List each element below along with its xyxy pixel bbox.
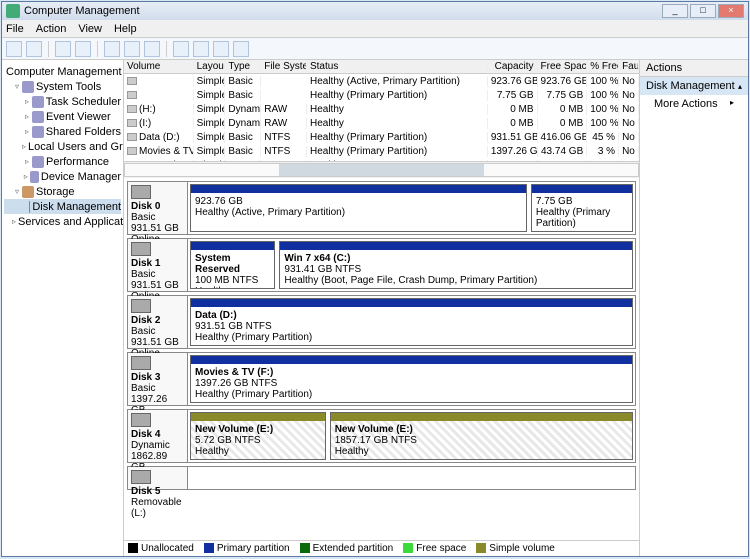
maximize-button[interactable]: □ (690, 4, 716, 18)
nav-system-tools[interactable]: ▿System Tools (4, 79, 121, 94)
menu-action[interactable]: Action (36, 23, 67, 35)
grid-hscroll[interactable] (124, 162, 639, 178)
col-status[interactable]: Status (307, 61, 488, 72)
menubar: File Action View Help (2, 20, 748, 38)
partition[interactable]: Movies & TV (F:)1397.26 GB NTFSHealthy (… (190, 355, 633, 403)
partition[interactable]: Win 7 x64 (C:)931.41 GB NTFSHealthy (Boo… (279, 241, 633, 289)
forward-button[interactable] (26, 41, 42, 57)
disk-row: Disk 2Basic931.51 GBOnlineData (D:)931.5… (127, 295, 636, 349)
disk-icon (131, 356, 151, 370)
nav-item[interactable]: ▹Shared Folders (4, 124, 121, 139)
nav-root[interactable]: Computer Management (Local (4, 64, 121, 79)
nav-item[interactable]: ▹Local Users and Groups (4, 139, 121, 154)
actions-disk-management[interactable]: Disk Management▴ (640, 77, 748, 95)
disk-row: Disk 1Basic931.51 GBOnlineSystem Reserve… (127, 238, 636, 292)
legend-extended: Extended partition (313, 543, 394, 554)
partition[interactable]: 923.76 GBHealthy (Active, Primary Partit… (190, 184, 527, 232)
toolbar-btn-12[interactable] (233, 41, 249, 57)
disk-row: Disk 4Dynamic1862.89 GBOnlineNew Volume … (127, 409, 636, 463)
disk-row: Disk 5Removable (L:) (127, 466, 636, 490)
actions-header: Actions (640, 60, 748, 77)
legend-unallocated: Unallocated (141, 543, 194, 554)
nav-disk-management[interactable]: Disk Management (4, 199, 121, 214)
window-title: Computer Management (24, 5, 140, 17)
menu-view[interactable]: View (78, 23, 102, 35)
disk-row: Disk 0Basic931.51 GBOnline923.76 GBHealt… (127, 181, 636, 235)
collapse-icon: ▴ (738, 82, 742, 91)
partition[interactable]: New Volume (E:)5.72 GB NTFSHealthy (190, 412, 326, 460)
col-filesystem[interactable]: File System (261, 61, 307, 72)
properties-button[interactable] (104, 41, 120, 57)
disk-header[interactable]: Disk 4Dynamic1862.89 GBOnline (128, 410, 188, 462)
disk-icon (131, 242, 151, 256)
grid-header-row: Volume Layout Type File System Status Ca… (124, 60, 639, 74)
menu-help[interactable]: Help (114, 23, 137, 35)
show-hide-button[interactable] (75, 41, 91, 57)
legend-primary: Primary partition (217, 543, 290, 554)
disk-graphic-panel: Disk 0Basic931.51 GBOnline923.76 GBHealt… (124, 178, 639, 540)
col-layout[interactable]: Layout (194, 61, 226, 72)
actions-pane: Actions Disk Management▴ More Actions▸ (640, 60, 748, 556)
nav-item[interactable]: ▹Performance (4, 154, 121, 169)
legend: Unallocated Primary partition Extended p… (124, 540, 639, 556)
disk-row: Disk 3Basic1397.26 GBOnlineMovies & TV (… (127, 352, 636, 406)
partition[interactable]: New Volume (E:)1857.17 GB NTFSHealthy (330, 412, 633, 460)
legend-simple: Simple volume (489, 543, 555, 554)
volume-row[interactable]: (H:)SimpleDynamicRAWHealthy0 MB0 MB100 %… (124, 102, 639, 116)
col-type[interactable]: Type (225, 61, 261, 72)
volume-row[interactable]: (I:)SimpleDynamicRAWHealthy0 MB0 MB100 %… (124, 116, 639, 130)
toolbar (2, 38, 748, 60)
up-button[interactable] (55, 41, 71, 57)
toolbar-btn-11[interactable] (213, 41, 229, 57)
submenu-icon: ▸ (730, 98, 734, 110)
partition[interactable]: 7.75 GBHealthy (Primary Partition) (531, 184, 633, 232)
menu-file[interactable]: File (6, 23, 24, 35)
disk-header[interactable]: Disk 2Basic931.51 GBOnline (128, 296, 188, 348)
disk-icon (131, 185, 151, 199)
nav-storage[interactable]: ▿Storage (4, 184, 121, 199)
disk-icon (131, 470, 151, 484)
nav-item[interactable]: ▹Task Scheduler (4, 94, 121, 109)
nav-tree: Computer Management (Local ▿System Tools… (2, 60, 124, 556)
help-button[interactable] (173, 41, 189, 57)
partition[interactable]: Data (D:)931.51 GB NTFSHealthy (Primary … (190, 298, 633, 346)
volume-row[interactable]: Data (D:)SimpleBasicNTFSHealthy (Primary… (124, 130, 639, 144)
volume-row[interactable]: Movies & TV (F:)SimpleBasicNTFSHealthy (… (124, 144, 639, 158)
back-button[interactable] (6, 41, 22, 57)
main-panel: Volume Layout Type File System Status Ca… (124, 60, 640, 556)
col-volume[interactable]: Volume (124, 61, 194, 72)
legend-freespace: Free space (416, 543, 466, 554)
disk-header[interactable]: Disk 5Removable (L:) (128, 467, 188, 489)
app-icon (6, 4, 20, 18)
actions-more[interactable]: More Actions▸ (640, 95, 748, 113)
volume-row[interactable]: SimpleBasicHealthy (Primary Partition)7.… (124, 88, 639, 102)
app-window: Computer Management _ □ × File Action Vi… (1, 1, 749, 557)
refresh-button[interactable] (144, 41, 160, 57)
partition[interactable]: System Reserved100 MB NTFSHealthy (Syste… (190, 241, 275, 289)
col-freespace[interactable]: Free Space (538, 61, 588, 72)
col-pctfree[interactable]: % Free (587, 61, 619, 72)
col-capacity[interactable]: Capacity (488, 61, 538, 72)
nav-services[interactable]: ▹Services and Applications (4, 214, 121, 229)
volume-row[interactable]: SimpleBasicHealthy (Active, Primary Part… (124, 74, 639, 88)
nav-item[interactable]: ▹Device Manager (4, 169, 121, 184)
volume-grid: Volume Layout Type File System Status Ca… (124, 60, 639, 162)
titlebar[interactable]: Computer Management _ □ × (2, 2, 748, 20)
close-button[interactable]: × (718, 4, 744, 18)
disk-header[interactable]: Disk 1Basic931.51 GBOnline (128, 239, 188, 291)
disk-header[interactable]: Disk 0Basic931.51 GBOnline (128, 182, 188, 234)
disk-icon (131, 299, 151, 313)
disk-header[interactable]: Disk 3Basic1397.26 GBOnline (128, 353, 188, 405)
disk-icon (131, 413, 151, 427)
toolbar-btn-10[interactable] (193, 41, 209, 57)
minimize-button[interactable]: _ (662, 4, 688, 18)
export-button[interactable] (124, 41, 140, 57)
nav-item[interactable]: ▹Event Viewer (4, 109, 121, 124)
col-fault[interactable]: Fau (619, 61, 639, 72)
